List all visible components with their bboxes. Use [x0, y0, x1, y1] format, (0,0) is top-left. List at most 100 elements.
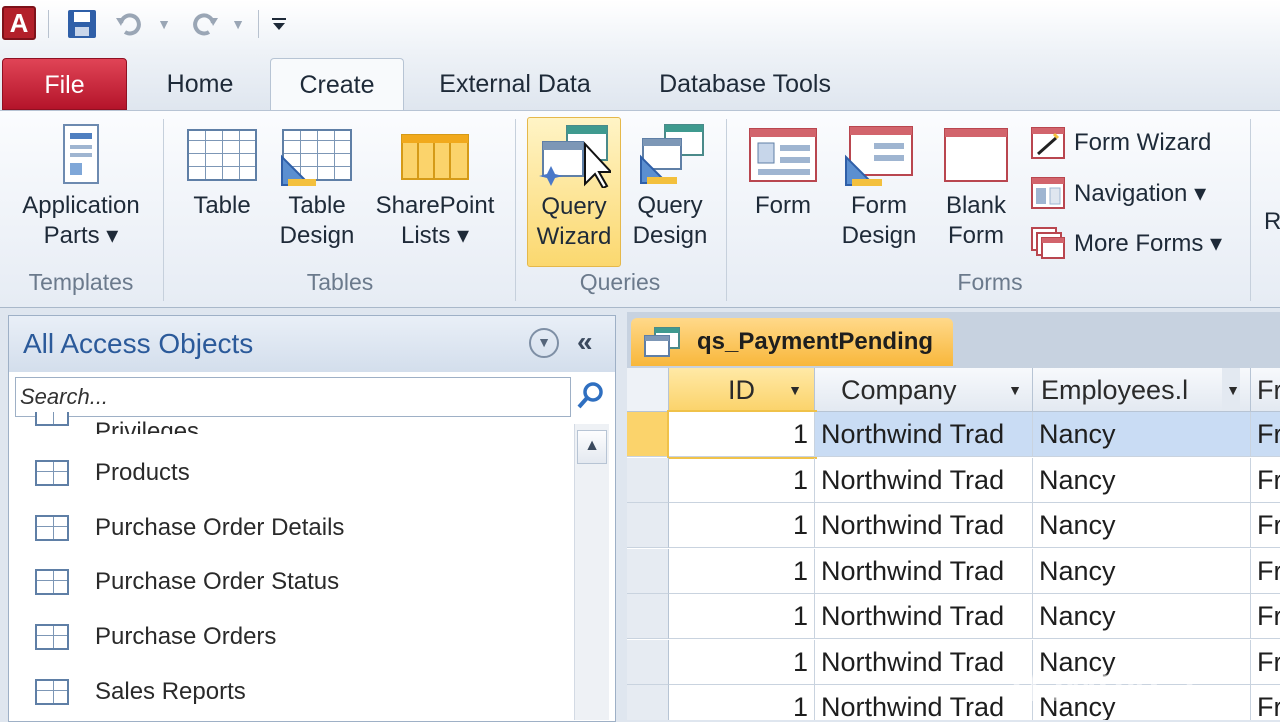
undo-icon[interactable]	[112, 6, 148, 42]
table-cell[interactable]: Fr	[1251, 640, 1280, 685]
access-logo-icon[interactable]: A	[2, 6, 36, 40]
table-cell[interactable]: Nancy	[1033, 548, 1251, 594]
query-design-label-line1: Query	[637, 192, 703, 219]
column-header-employees[interactable]: Employees.l ▼	[1033, 368, 1251, 412]
search-input[interactable]: Search...	[15, 377, 571, 417]
form-design-label-line1: Form	[851, 192, 907, 219]
nav-item-sales-reports[interactable]: Sales Reports	[33, 667, 246, 717]
reports-button-partial[interactable]: R	[1264, 207, 1280, 237]
redo-dropdown-icon[interactable]: ▼	[226, 6, 250, 42]
column-header-id[interactable]: ID ▼	[669, 368, 815, 412]
table-cell[interactable]: Northwind Trad	[815, 548, 1033, 594]
scroll-up-icon[interactable]: ▲	[577, 430, 607, 464]
column-sort-dropdown-icon[interactable]: ▼	[1008, 368, 1022, 411]
table-cell[interactable]: Fr	[1251, 594, 1280, 639]
table-cell[interactable]: Nancy	[1033, 412, 1251, 457]
table-design-button[interactable]: Table Design	[272, 117, 362, 251]
nav-item-partial[interactable]: Privileges	[33, 412, 199, 434]
table-cell[interactable]: Northwind Trad	[815, 457, 1033, 503]
more-forms-button[interactable]: More Forms ▾	[1030, 221, 1222, 265]
form-design-button[interactable]: Form Design	[834, 117, 924, 251]
column-header-company[interactable]: Company ▼	[815, 368, 1033, 412]
nav-item-label: Purchase Orders	[95, 623, 277, 650]
table-cell[interactable]: Nancy	[1033, 503, 1251, 548]
nav-item-purchase-order-details[interactable]: Purchase Order Details	[33, 503, 344, 553]
query-design-button[interactable]: Query Design	[626, 117, 714, 251]
form-wizard-icon	[1030, 126, 1066, 160]
blank-form-button[interactable]: Blank Form	[932, 117, 1020, 251]
table-cell[interactable]: Northwind Trad	[815, 503, 1033, 548]
navigation-button[interactable]: Navigation ▾	[1030, 171, 1206, 215]
table-cell[interactable]: Northwind Trad	[815, 594, 1033, 639]
table-icon	[33, 677, 71, 707]
form-button[interactable]: Form	[740, 117, 826, 221]
column-header-label: Company	[841, 375, 957, 405]
table-cell[interactable]: Northwind Trad	[815, 412, 1033, 457]
table-cell[interactable]: 1	[667, 410, 817, 459]
table-cell[interactable]: 1	[669, 503, 815, 548]
tab-database-tools[interactable]: Database Tools	[640, 58, 850, 110]
table-cell[interactable]: Nancy	[1033, 457, 1251, 503]
query-wizard-icon	[537, 124, 614, 190]
undo-dropdown-icon[interactable]: ▼	[152, 6, 176, 42]
table-cell[interactable]: Fr	[1251, 503, 1280, 548]
save-icon[interactable]	[62, 6, 102, 42]
column-header-partial[interactable]: Fr	[1251, 368, 1280, 412]
table-cell[interactable]: 1	[669, 457, 815, 503]
column-sort-dropdown-icon[interactable]: ▼	[788, 368, 802, 411]
table-button[interactable]: Table	[178, 117, 266, 221]
sharepoint-lists-label-line1: SharePoint	[375, 192, 495, 219]
table-cell[interactable]: Northwind Trad	[815, 685, 1033, 720]
document-tab-label: qs_PaymentPending	[697, 328, 934, 355]
customize-toolbar-icon[interactable]	[264, 6, 294, 42]
table-cell[interactable]: Fr	[1251, 412, 1280, 457]
collapse-pane-icon[interactable]: «	[577, 326, 593, 358]
navigation-pane-scrollbar[interactable]: ▲	[574, 424, 609, 720]
navigation-pane-title[interactable]: All Access Objects	[23, 328, 253, 360]
table-cell[interactable]: Nancy	[1033, 594, 1251, 639]
record-selector[interactable]	[627, 594, 669, 639]
table-cell[interactable]: 1	[669, 548, 815, 594]
record-selector[interactable]	[627, 548, 669, 594]
table-cell[interactable]: Fr	[1251, 685, 1280, 720]
table-design-label-line1: Table	[288, 192, 346, 219]
column-sort-dropdown-icon[interactable]: ▼	[1222, 368, 1240, 411]
nav-item-purchase-orders[interactable]: Purchase Orders	[33, 612, 276, 662]
record-selector[interactable]	[627, 503, 669, 548]
application-parts-button[interactable]: Application Parts ▾	[8, 117, 154, 251]
form-wizard-button[interactable]: Form Wizard	[1030, 121, 1211, 165]
table-cell[interactable]: 1	[669, 639, 815, 685]
table-cell[interactable]: 1	[669, 685, 815, 720]
blank-form-label-line1: Blank	[945, 192, 1007, 219]
redo-icon[interactable]	[186, 6, 222, 42]
table-icon	[185, 123, 259, 187]
table-row[interactable]: 1 Northwind Trad Nancy Fr	[627, 410, 1280, 459]
tab-create[interactable]: Create	[270, 58, 404, 114]
sharepoint-lists-label-line2: Lists ▾	[400, 222, 470, 249]
nav-item-products[interactable]: Products	[33, 448, 190, 498]
table-cell[interactable]: Fr	[1251, 549, 1280, 594]
tab-file[interactable]: File	[2, 58, 127, 110]
select-all-corner[interactable]	[627, 368, 669, 412]
table-row[interactable]: 1 Northwind Trad Nancy Fr	[627, 503, 1280, 548]
query-wizard-label-line1: Query	[541, 193, 607, 220]
tab-home[interactable]: Home	[140, 58, 260, 110]
table-cell[interactable]: 1	[669, 594, 815, 639]
record-selector[interactable]	[627, 412, 669, 457]
document-tab-qs-paymentpending[interactable]: qs_PaymentPending	[631, 318, 953, 366]
table-row[interactable]: 1 Northwind Trad Nancy Fr	[627, 594, 1280, 639]
record-selector[interactable]	[627, 685, 669, 720]
record-selector[interactable]	[627, 639, 669, 685]
query-wizard-button[interactable]: Query Wizard	[527, 117, 621, 267]
nav-item-purchase-order-status[interactable]: Purchase Order Status	[33, 557, 339, 607]
search-icon[interactable]	[575, 380, 609, 414]
table-cell[interactable]: Northwind Trad	[815, 639, 1033, 685]
tab-external-data[interactable]: External Data	[420, 58, 610, 110]
table-cell[interactable]: Fr	[1251, 458, 1280, 503]
table-row[interactable]: 1 Northwind Trad Nancy Fr	[627, 548, 1280, 594]
table-row[interactable]: 1 Northwind Trad Nancy Fr	[627, 457, 1280, 503]
chevron-down-icon[interactable]: ▼	[529, 328, 559, 358]
table-icon	[33, 412, 71, 428]
record-selector[interactable]	[627, 457, 669, 503]
sharepoint-lists-button[interactable]: SharePoint Lists ▾	[368, 117, 502, 251]
